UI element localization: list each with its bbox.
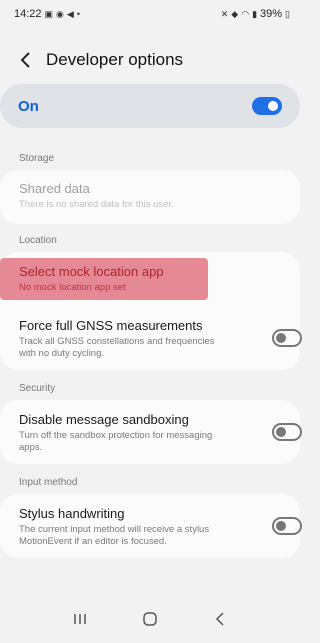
- sandboxing-toggle-switch[interactable]: [272, 423, 302, 441]
- mock-location-title: Select mock location app: [19, 264, 164, 279]
- back-icon[interactable]: [208, 607, 232, 631]
- gnss-subtitle: Track all GNSS constellations and freque…: [19, 336, 266, 360]
- battery-icon: ▯: [285, 8, 290, 19]
- mute-icon: ✕: [220, 8, 229, 19]
- stylus-title: Stylus handwriting: [19, 506, 125, 521]
- master-toggle-switch[interactable]: [252, 97, 282, 115]
- mock-location-subtitle: No mock location app set: [19, 282, 126, 293]
- gnss-subtitle-line2: with no duty cycling.: [19, 348, 105, 359]
- status-time: 14:22: [14, 8, 42, 20]
- master-toggle-label: On: [18, 97, 39, 115]
- stylus-item[interactable]: Stylus handwriting The current input met…: [19, 506, 266, 548]
- stylus-subtitle: The current input method will receive a …: [19, 524, 266, 548]
- wifi-icon: ◠: [241, 8, 250, 19]
- stylus-subtitle-line2: MotionEvent if an editor is focused.: [19, 536, 167, 547]
- location-icon: ◆: [231, 8, 239, 19]
- section-header-storage: Storage: [19, 153, 55, 164]
- signal-icon: ▮: [252, 8, 258, 19]
- status-bar: 14:22 ▣ ◉ ◀ • ✕ ◆ ◠ ▮ 39% ▯: [0, 0, 300, 28]
- shared-data-title: Shared data: [19, 181, 90, 196]
- sandboxing-subtitle-line1: Turn off the sandbox protection for mess…: [19, 430, 213, 441]
- recent-apps-icon[interactable]: [68, 607, 92, 631]
- gnss-subtitle-line1: Track all GNSS constellations and freque…: [19, 336, 215, 347]
- section-header-security: Security: [19, 383, 56, 394]
- mock-location-item[interactable]: Select mock location app No mock locatio…: [19, 264, 266, 294]
- gnss-item[interactable]: Force full GNSS measurements Track all G…: [19, 318, 266, 360]
- page-title: Developer options: [46, 50, 184, 69]
- sandboxing-item[interactable]: Disable message sandboxing Turn off the …: [19, 412, 266, 454]
- stylus-toggle-switch[interactable]: [272, 517, 302, 535]
- header: Developer options: [0, 38, 300, 82]
- battery-level: 39%: [260, 8, 283, 20]
- gnss-toggle-switch[interactable]: [272, 329, 302, 347]
- navigation-bar: [0, 595, 300, 643]
- telegram-notification-icon: ◉: [56, 8, 64, 19]
- master-toggle-card[interactable]: On: [0, 84, 300, 128]
- sandboxing-subtitle-line2: apps.: [19, 442, 43, 453]
- section-header-location: Location: [19, 235, 57, 246]
- gallery-notification-icon: ▣: [44, 8, 54, 19]
- shared-data-item[interactable]: Shared data There is no shared data for …: [19, 181, 266, 211]
- send-notification-icon: ◀: [66, 8, 74, 19]
- back-arrow-icon[interactable]: [14, 48, 38, 72]
- stylus-subtitle-line1: The current input method will receive a …: [19, 524, 210, 535]
- section-header-input-method: Input method: [19, 477, 78, 488]
- sandboxing-title: Disable message sandboxing: [19, 412, 189, 427]
- more-notifications-icon: •: [76, 8, 80, 19]
- gnss-title: Force full GNSS measurements: [19, 318, 203, 333]
- home-icon[interactable]: [138, 607, 162, 631]
- shared-data-subtitle: There is no shared data for this user.: [19, 199, 174, 210]
- sandboxing-subtitle: Turn off the sandbox protection for mess…: [19, 430, 266, 454]
